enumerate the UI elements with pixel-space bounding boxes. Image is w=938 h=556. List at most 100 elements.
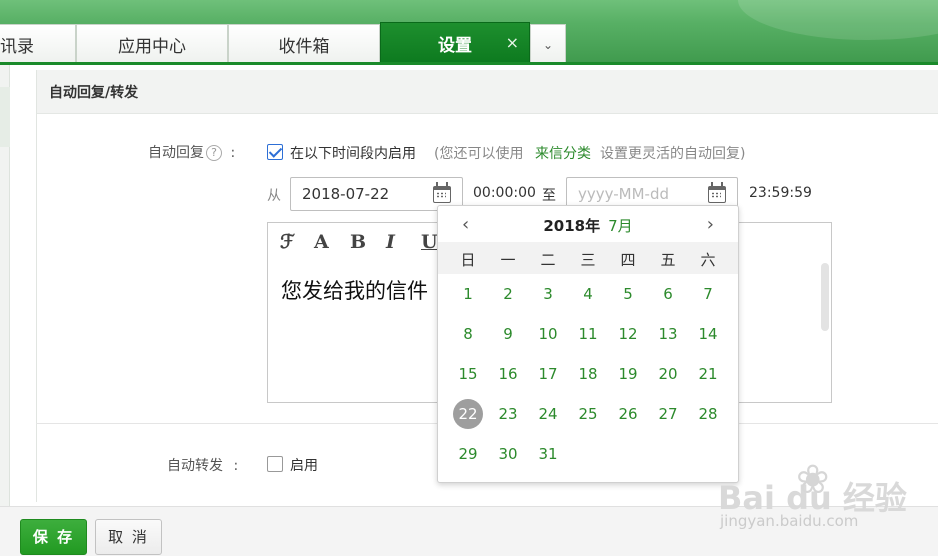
calendar-day-label: 21	[698, 365, 718, 383]
calendar-day[interactable]: 12	[608, 318, 648, 350]
calendar-day-label: 2	[503, 285, 513, 303]
calendar-day-label: 27	[658, 405, 678, 423]
calendar-day[interactable]: 18	[568, 358, 608, 390]
auto-reply-colon: :	[230, 145, 236, 161]
end-date-placeholder: yyyy-MM-dd	[578, 185, 669, 203]
sidebar-highlight	[0, 87, 10, 147]
font-family-icon[interactable]: ℱ	[280, 231, 295, 253]
help-icon[interactable]: ?	[206, 145, 222, 161]
calendar-day[interactable]: 23	[488, 398, 528, 430]
save-button[interactable]: 保 存	[20, 519, 87, 555]
date-picker-popup: ‹ 2018年 7月 › 日 一 二 三 四 五 六 1 2 3 4 5 6 7 8 9 10 11 1…	[437, 205, 739, 483]
auto-reply-enable-label[interactable]: 在以下时间段内启用	[290, 143, 416, 163]
calendar-day-label: 22	[453, 399, 483, 429]
calendar-day[interactable]: 27	[648, 398, 688, 430]
weekday-tue: 二	[540, 251, 556, 269]
calendar-day[interactable]: 11	[568, 318, 608, 350]
calendar-day[interactable]: 16	[488, 358, 528, 390]
auto-reply-label: 自动回复? :	[148, 142, 235, 162]
tab-contacts[interactable]: 讯录	[0, 24, 76, 64]
tab-inbox[interactable]: 收件箱	[228, 24, 380, 64]
calendar-day-label: 17	[538, 365, 558, 383]
calendar-icon[interactable]	[708, 182, 726, 203]
watermark-url: jingyan.baidu.com	[720, 512, 859, 530]
calendar-day[interactable]: 24	[528, 398, 568, 430]
calendar-day-label: 15	[458, 365, 478, 383]
calendar-day-label: 12	[618, 325, 638, 343]
auto-forward-checkbox[interactable]	[267, 456, 283, 472]
calendar-day[interactable]: 15	[448, 358, 488, 390]
baidu-watermark: ❀ Bai du 经验 jingyan.baidu.com	[718, 455, 938, 535]
calendar-day[interactable]: 20	[648, 358, 688, 390]
tab-contacts-label: 讯录	[0, 37, 34, 57]
calendar-day[interactable]: 4	[568, 278, 608, 310]
calendar-day-label: 8	[463, 325, 473, 343]
cancel-button[interactable]: 取 消	[95, 519, 162, 555]
calendar-day[interactable]: 7	[688, 278, 728, 310]
start-date-value: 2018-07-22	[302, 185, 390, 203]
calendar-year[interactable]: 2018年	[543, 217, 600, 235]
auto-forward-colon: :	[233, 458, 239, 474]
calendar-month[interactable]: 7月	[608, 217, 633, 235]
auto-reply-label-text: 自动回复	[148, 145, 204, 161]
weekday-wed: 三	[580, 251, 596, 269]
tab-more-button[interactable]: ⌄	[530, 24, 566, 64]
auto-forward-label: 自动转发 :	[167, 455, 238, 475]
calendar-day[interactable]: 31	[528, 438, 568, 470]
calendar-day[interactable]: 30	[488, 438, 528, 470]
calendar-day[interactable]: 8	[448, 318, 488, 350]
calendar-day[interactable]: 1	[448, 278, 488, 310]
calendar-day-label: 28	[698, 405, 718, 423]
calendar-day-label: 30	[498, 445, 518, 463]
tab-app-center[interactable]: 应用中心	[76, 24, 228, 64]
calendar-day[interactable]: 29	[448, 438, 488, 470]
bold-icon[interactable]: B	[350, 231, 366, 253]
calendar-day[interactable]: 26	[608, 398, 648, 430]
calendar-day-label: 23	[498, 405, 518, 423]
calendar-day-label: 5	[623, 285, 633, 303]
left-sidebar-edge	[0, 65, 10, 556]
weekday-fri: 五	[660, 251, 676, 269]
tab-inbox-label: 收件箱	[278, 37, 330, 57]
calendar-day-label: 13	[658, 325, 678, 343]
calendar-day[interactable]: 21	[688, 358, 728, 390]
from-label: 从	[267, 188, 281, 204]
editor-body-text[interactable]: 您发给我的信件	[281, 275, 428, 305]
calendar-day[interactable]: 2	[488, 278, 528, 310]
underline-icon[interactable]: U	[421, 231, 438, 253]
calendar-day[interactable]: 10	[528, 318, 568, 350]
calendar-day[interactable]: 5	[608, 278, 648, 310]
font-size-icon[interactable]: A	[314, 231, 329, 253]
auto-reply-checkbox[interactable]	[267, 144, 283, 160]
weekday-sun: 日	[460, 251, 476, 269]
panel-header: 自动回复/转发	[37, 70, 938, 114]
calendar-day[interactable]: 14	[688, 318, 728, 350]
calendar-day[interactable]: 6	[648, 278, 688, 310]
calendar-day-selected[interactable]: 22	[448, 398, 488, 430]
calendar-day-label: 20	[658, 365, 678, 383]
calendar-day-label: 3	[543, 285, 553, 303]
calendar-day[interactable]: 19	[608, 358, 648, 390]
classify-link[interactable]: 来信分类	[535, 143, 591, 163]
calendar-icon[interactable]	[433, 182, 451, 203]
calendar-day[interactable]: 17	[528, 358, 568, 390]
calendar-day[interactable]: 13	[648, 318, 688, 350]
calendar-day[interactable]: 3	[528, 278, 568, 310]
calendar-day[interactable]: 9	[488, 318, 528, 350]
close-icon[interactable]: ×	[506, 33, 519, 52]
auto-reply-hint-prefix: (您还可以使用	[434, 146, 524, 162]
tab-settings[interactable]: 设置 ×	[380, 22, 530, 64]
to-label: 至	[542, 188, 556, 204]
calendar-day[interactable]: 28	[688, 398, 728, 430]
calendar-day-label: 7	[703, 285, 713, 303]
next-month-icon[interactable]: ›	[707, 214, 714, 235]
italic-icon[interactable]: I	[386, 231, 395, 253]
calendar-day-label: 18	[578, 365, 598, 383]
editor-scrollbar[interactable]	[821, 263, 829, 331]
tab-underline	[0, 62, 938, 65]
tab-app-center-label: 应用中心	[118, 37, 186, 57]
calendar-day-label: 19	[618, 365, 638, 383]
auto-forward-enable-label[interactable]: 启用	[290, 455, 318, 475]
calendar-day-label: 16	[498, 365, 518, 383]
calendar-day[interactable]: 25	[568, 398, 608, 430]
